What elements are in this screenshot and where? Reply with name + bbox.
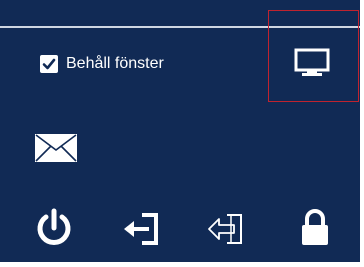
control-panel: Behåll fönster: [0, 0, 360, 262]
monitor-icon: [294, 48, 330, 76]
check-icon: [42, 58, 56, 70]
lock-button[interactable]: [298, 207, 332, 247]
mail-button[interactable]: [34, 133, 78, 163]
power-button[interactable]: [34, 208, 74, 248]
logout-all-button[interactable]: [206, 210, 246, 248]
keep-window-option[interactable]: Behåll fönster: [40, 53, 164, 75]
display-button[interactable]: [292, 46, 332, 80]
power-icon: [37, 208, 71, 245]
logout-button[interactable]: [120, 210, 162, 248]
logout-icon: [124, 213, 158, 245]
keep-window-label: Behåll fönster: [66, 55, 164, 72]
logout-outline-icon: [208, 214, 242, 244]
lock-icon: [302, 209, 328, 245]
mail-icon: [35, 134, 77, 162]
keep-window-checkbox[interactable]: [40, 55, 58, 73]
